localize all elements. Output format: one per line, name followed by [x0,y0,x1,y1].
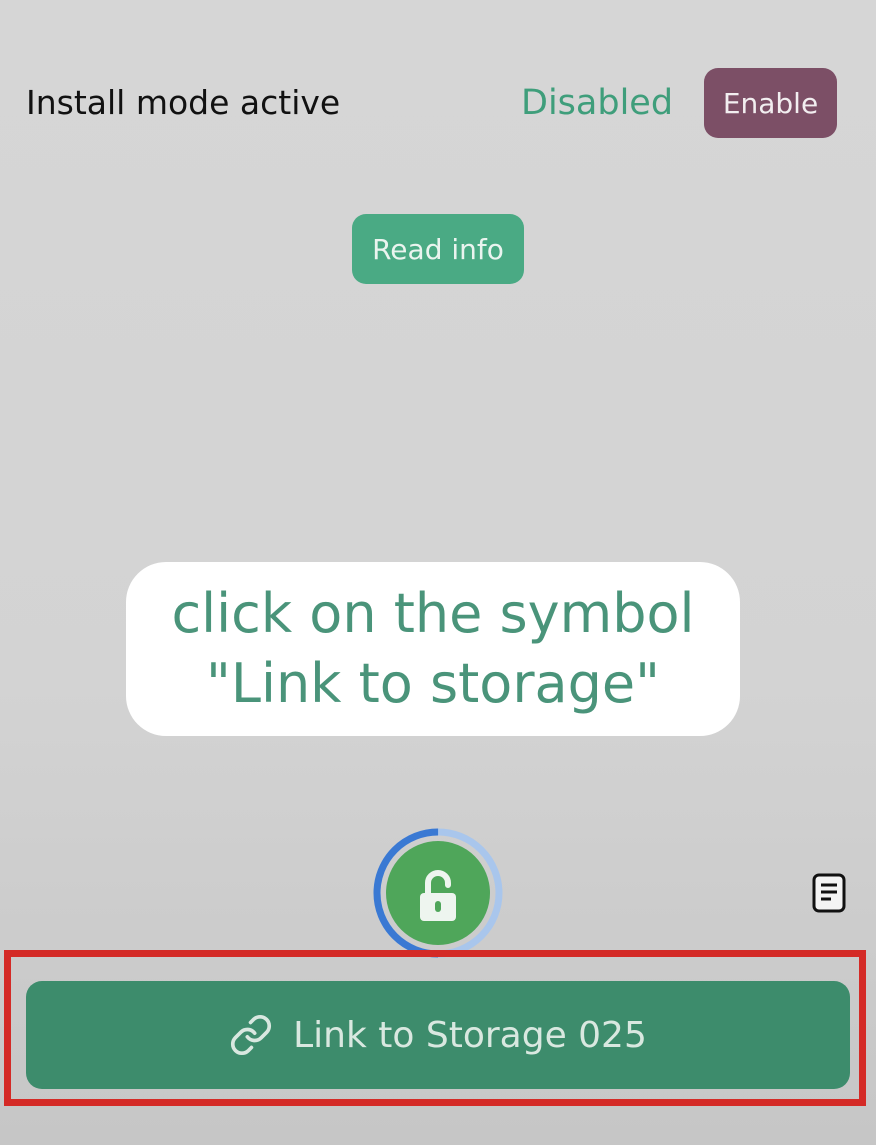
unlocked-padlock-icon [420,870,456,921]
lock-toggle-button[interactable] [372,827,504,959]
link-icon [229,1013,273,1057]
read-info-button[interactable]: Read info [352,214,524,284]
install-mode-label: Install mode active [26,83,341,122]
enable-button[interactable]: Enable [704,68,837,138]
instruction-line-1: click on the symbol [171,582,695,645]
install-mode-status: Disabled [521,83,674,123]
instruction-tooltip: click on the symbol "Link to storage" [126,562,740,736]
link-to-storage-button[interactable]: Link to Storage 025 [26,981,850,1089]
link-to-storage-label: Link to Storage 025 [293,1014,647,1056]
instruction-line-2: "Link to storage" [206,652,660,715]
document-icon[interactable] [811,872,847,914]
